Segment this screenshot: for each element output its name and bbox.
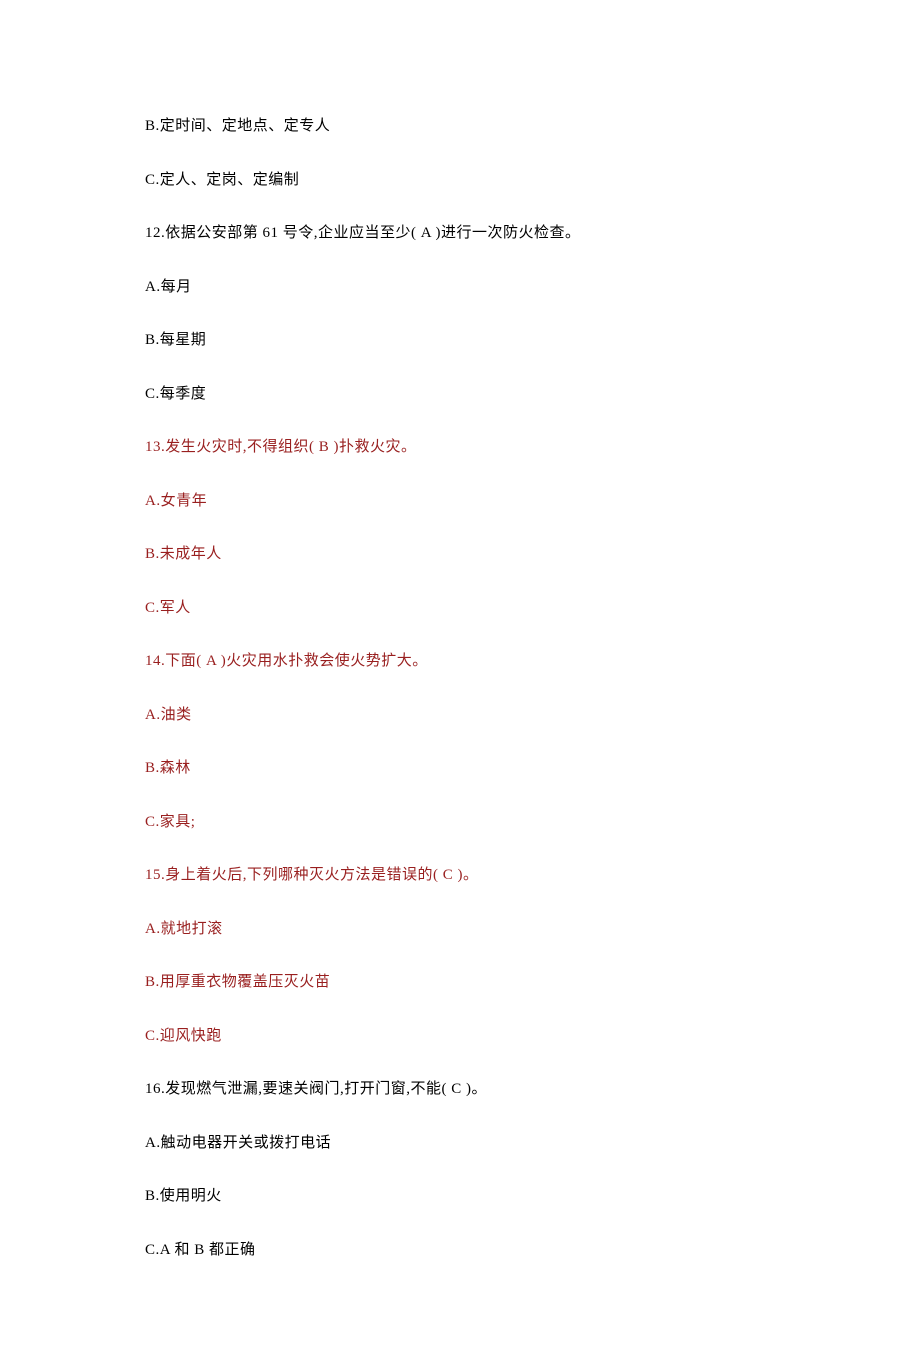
text-line: 16.发现燃气泄漏,要速关阀门,打开门窗,不能( C )。 (145, 1078, 775, 1101)
text-line: 13.发生火灾时,不得组织( B )扑救火灾。 (145, 436, 775, 459)
text-line: C.定人、定岗、定编制 (145, 169, 775, 192)
text-line: B.使用明火 (145, 1185, 775, 1208)
text-line: A.就地打滚 (145, 918, 775, 941)
text-line: C.家具; (145, 811, 775, 834)
text-line: C.每季度 (145, 383, 775, 406)
text-line: C.A 和 B 都正确 (145, 1239, 775, 1262)
text-line: B.未成年人 (145, 543, 775, 566)
text-line: 15.身上着火后,下列哪种灭火方法是错误的( C )。 (145, 864, 775, 887)
text-line: B.每星期 (145, 329, 775, 352)
document-page: B.定时间、定地点、定专人 C.定人、定岗、定编制 12.依据公安部第 61 号… (0, 0, 920, 1372)
text-line: C.迎风快跑 (145, 1025, 775, 1048)
text-line: A.触动电器开关或拨打电话 (145, 1132, 775, 1155)
text-line: B.用厚重衣物覆盖压灭火苗 (145, 971, 775, 994)
text-line: A.每月 (145, 276, 775, 299)
text-line: B.定时间、定地点、定专人 (145, 115, 775, 138)
text-line: C.军人 (145, 597, 775, 620)
text-line: B.森林 (145, 757, 775, 780)
text-line: A.女青年 (145, 490, 775, 513)
text-line: 14.下面( A )火灾用水扑救会使火势扩大。 (145, 650, 775, 673)
text-line: 12.依据公安部第 61 号令,企业应当至少( A )进行一次防火检查。 (145, 222, 775, 245)
text-line: A.油类 (145, 704, 775, 727)
